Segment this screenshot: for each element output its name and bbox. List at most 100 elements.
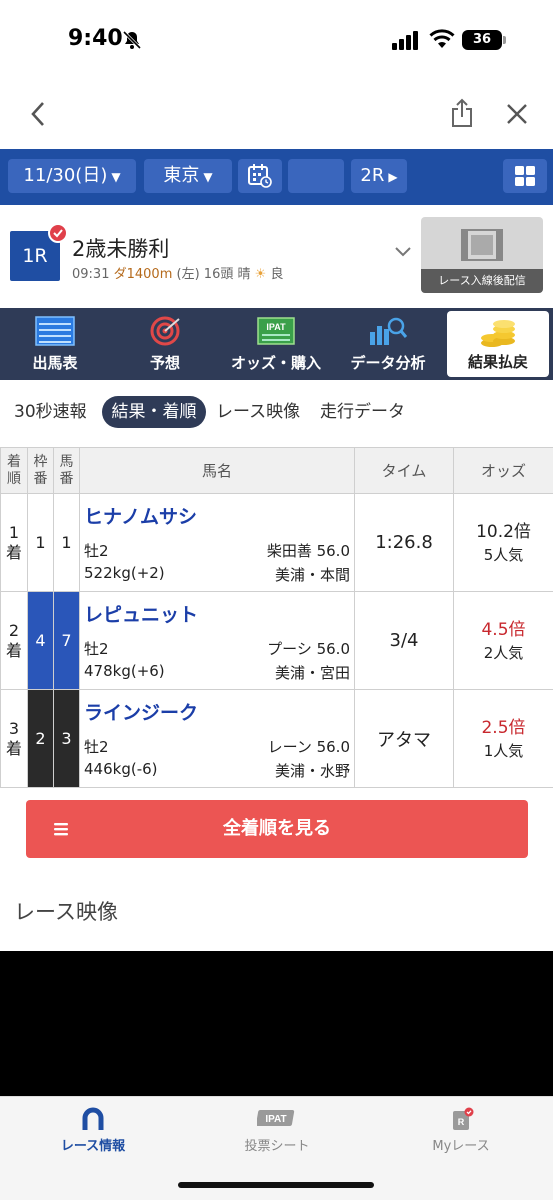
menu-label: 予想 [149, 354, 180, 372]
race-video-player[interactable] [0, 951, 553, 1096]
grid-menu-button[interactable] [503, 159, 547, 193]
menu-prediction[interactable]: 予想 [110, 308, 220, 380]
nav-label: レース情報 [60, 1139, 126, 1154]
horse-name-link[interactable]: ラインジーク [84, 698, 198, 725]
horse-number-cell: 1 [53, 493, 80, 592]
sex-age: 牡2 [84, 640, 109, 658]
tab-results-order[interactable]: 結果・着順 [102, 396, 206, 428]
race-result-screen: 9:40 36 11/30(日) ▼ 東京 ▼ 2R ▶ 1R 2歳未勝利 09… [0, 0, 553, 1200]
start-time: 09:31 [72, 267, 110, 282]
menu-results-payout[interactable]: 結果払戻 [447, 311, 549, 377]
result-sub-tabs: 30秒速報 結果・着順 レース映像 走行データ [0, 396, 553, 432]
table-row[interactable]: 1着 1 1 ヒナノムサシ 牡2 柴田善 56.0 522kg(+2) 美浦・本… [0, 493, 553, 592]
menu-label: オッズ・購入 [230, 354, 321, 372]
video-caption: レース入線後配信 [421, 269, 543, 293]
odds-cell: 2.5倍 1人気 [453, 689, 553, 788]
header-time: タイム [354, 447, 454, 494]
frame-cell: 1 [27, 493, 54, 592]
next-race-button[interactable]: 2R ▶ [351, 159, 407, 193]
target-icon [150, 316, 180, 346]
svg-text:IPAT: IPAT [265, 1114, 286, 1125]
race-header: 1R 2歳未勝利 09:31 ダ1400m (左) 16頭 晴 ☀ 良 レース入… [0, 215, 553, 305]
nav-voting-sheet[interactable]: IPAT 投票シート [207, 1107, 347, 1154]
margin-cell: 3/4 [354, 591, 454, 690]
list-icon [54, 823, 68, 836]
tab-running-data[interactable]: 走行データ [320, 396, 405, 428]
menu-entry-list[interactable]: 出馬表 [0, 308, 110, 380]
date-dropdown[interactable]: 11/30(日) ▼ [8, 159, 136, 193]
sex-age: 牡2 [84, 542, 109, 560]
race-selector-bar: 11/30(日) ▼ 東京 ▼ 2R ▶ [0, 149, 553, 205]
tab-30sec-flash[interactable]: 30秒速報 [14, 396, 87, 428]
chart-search-icon [370, 317, 408, 345]
view-full-order-button[interactable]: 全着順を見る [26, 800, 528, 858]
popularity: 1人気 [483, 741, 524, 760]
body-weight: 522kg(+2) [84, 564, 165, 582]
home-indicator [178, 1182, 374, 1188]
trainer: 美浦・宮田 [274, 664, 350, 682]
top-navigation-bar [0, 84, 553, 144]
race-info: 09:31 ダ1400m (左) 16頭 晴 ☀ 良 [72, 263, 283, 282]
table-row[interactable]: 2着 4 7 レピュニット 牡2 プーシ 56.0 478kg(+6) 美浦・宮… [0, 591, 553, 690]
view-full-order-label: 全着順を見る [223, 818, 331, 839]
grid-icon [515, 166, 535, 186]
body-weight: 478kg(+6) [84, 662, 165, 680]
previous-race-button[interactable] [288, 159, 344, 193]
race-title: 2歳未勝利 [72, 237, 170, 261]
coins-icon [481, 320, 515, 347]
venue-label: 東京 [163, 165, 200, 186]
table-row[interactable]: 3着 2 3 ラインジーク 牡2 レーン 56.0 446kg(-6) 美浦・水… [0, 689, 553, 788]
date-label: 11/30(日) [23, 165, 108, 186]
expand-chevron-icon[interactable] [394, 245, 412, 259]
sun-icon: ☀ [254, 267, 267, 282]
nav-race-info[interactable]: レース情報 [23, 1107, 163, 1154]
jockey-weight: 柴田善 56.0 [266, 542, 350, 560]
ipat-sheet-icon: IPAT [257, 1110, 295, 1126]
nav-my-race[interactable]: R Myレース [391, 1107, 531, 1154]
menu-data-analysis[interactable]: データ分析 [332, 308, 444, 380]
tab-race-video[interactable]: レース映像 [216, 396, 300, 428]
trainer: 美浦・水野 [274, 762, 350, 780]
odds-value: 2.5倍 [481, 717, 526, 738]
race-video-thumbnail[interactable]: レース入線後配信 [421, 217, 543, 293]
rank-cell: 3着 [0, 689, 28, 788]
horse-info-cell: ヒナノムサシ 牡2 柴田善 56.0 522kg(+2) 美浦・本間 [79, 493, 355, 592]
calendar-button[interactable] [238, 159, 282, 193]
film-icon [461, 229, 503, 261]
share-icon[interactable] [450, 98, 474, 128]
odds-cell: 10.2倍 5人気 [453, 493, 553, 592]
check-badge-icon [48, 223, 68, 243]
menu-odds-purchase[interactable]: IPAT オッズ・購入 [220, 308, 332, 380]
ipat-icon: IPAT [257, 317, 295, 345]
sex-age: 牡2 [84, 738, 109, 756]
close-icon[interactable] [505, 102, 529, 126]
calendar-icon [248, 164, 272, 188]
results-table: 着順 枠番 馬番 馬名 タイム オッズ 1着 1 1 ヒナノムサシ 牡2 柴田善… [0, 447, 553, 788]
status-bar: 9:40 36 [0, 0, 553, 80]
cellular-signal-icon [392, 31, 418, 50]
frame-cell: 4 [27, 591, 54, 690]
nav-label: Myレース [432, 1139, 490, 1154]
race-number-label: 2R [360, 165, 385, 186]
body-weight: 446kg(-6) [84, 760, 158, 778]
horse-name-link[interactable]: レピュニット [84, 600, 198, 627]
header-odds: オッズ [453, 447, 553, 494]
venue-dropdown[interactable]: 東京 ▼ [144, 159, 232, 193]
header-frame: 枠番 [27, 447, 54, 494]
wifi-icon [429, 29, 455, 48]
horse-name-link[interactable]: ヒナノムサシ [84, 502, 197, 529]
horse-info-cell: ラインジーク 牡2 レーン 56.0 446kg(-6) 美浦・水野 [79, 689, 355, 788]
popularity: 2人気 [483, 643, 524, 662]
jockey-weight: レーン 56.0 [267, 738, 350, 756]
horseshoe-icon [82, 1107, 104, 1130]
rank-cell: 1着 [0, 493, 28, 592]
caret-down-icon: ▼ [111, 170, 121, 184]
frame-cell: 2 [27, 689, 54, 788]
menu-label: データ分析 [350, 354, 426, 372]
back-chevron-icon[interactable] [26, 100, 50, 128]
odds-value: 4.5倍 [481, 619, 526, 640]
runner-count: 16頭 [203, 267, 234, 282]
jockey-weight: プーシ 56.0 [267, 640, 350, 658]
trainer: 美浦・本間 [274, 566, 350, 584]
course-direction: (左) [176, 267, 200, 282]
